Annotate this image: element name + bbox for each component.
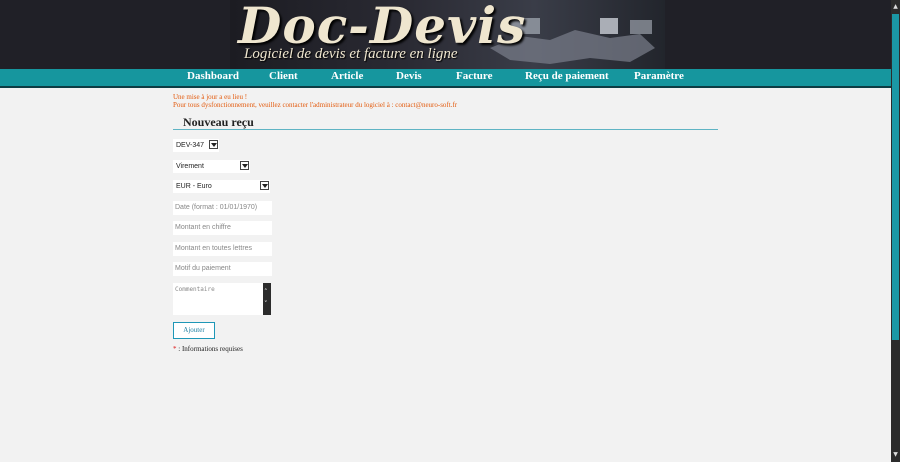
amount-words-field[interactable]: Montant en toutes lettres (173, 242, 272, 256)
required-note-text: : Informations requises (176, 345, 243, 353)
required-note: * : Informations requises (173, 345, 243, 353)
currency-select[interactable]: EUR - Euro (173, 180, 270, 193)
nav-recu-paiement[interactable]: Reçu de paiement (525, 70, 609, 82)
scroll-up-icon[interactable]: ˄ (264, 289, 268, 296)
update-notice: Une mise à jour a eu lieu ! (173, 93, 248, 101)
payment-method-select[interactable]: Virement (173, 160, 250, 173)
scroll-up-icon[interactable]: ▲ (892, 3, 899, 10)
header-banner: Doc-Devis Logiciel de devis et facture e… (0, 0, 891, 69)
devis-select[interactable]: DEV-347 (173, 139, 219, 152)
title-divider (173, 129, 718, 130)
nav-devis[interactable]: Devis (396, 70, 422, 82)
textarea-scrollbar[interactable]: ˄ ˅ (263, 283, 271, 315)
date-field[interactable]: Date (format : 01/01/1970) (173, 201, 272, 215)
nav-parametre[interactable]: Paramètre (634, 70, 684, 82)
payment-reason-field[interactable]: Motif du paiement (173, 262, 272, 276)
scroll-down-icon[interactable]: ▼ (892, 451, 899, 458)
logo-subtitle: Logiciel de devis et facture en ligne (244, 46, 458, 62)
currency-value: EUR - Euro (176, 183, 212, 190)
nav-dashboard[interactable]: Dashboard (187, 70, 239, 82)
scrollbar-thumb[interactable] (892, 14, 899, 340)
amount-figures-field[interactable]: Montant en chiffre (173, 221, 272, 235)
scroll-down-icon[interactable]: ˅ (264, 301, 268, 308)
comment-placeholder: Commentaire (175, 286, 215, 293)
chevron-down-icon (260, 181, 269, 190)
add-button[interactable]: Ajouter (173, 322, 215, 339)
page-scrollbar[interactable]: ▲ ▼ (891, 0, 900, 462)
chevron-down-icon (240, 161, 249, 170)
chevron-down-icon (209, 140, 218, 149)
page-title: Nouveau reçu (183, 115, 254, 129)
nav-client[interactable]: Client (269, 70, 298, 82)
contact-notice: Pour tous dysfonctionnement, veuillez co… (173, 101, 458, 109)
payment-method-value: Virement (176, 163, 204, 170)
comment-textarea[interactable]: Commentaire ˄ ˅ (173, 283, 271, 315)
nav-article[interactable]: Article (331, 70, 363, 82)
devis-select-value: DEV-347 (176, 142, 205, 149)
nav-facture[interactable]: Facture (456, 70, 492, 82)
main-nav: Dashboard Client Article Devis Facture R… (0, 69, 891, 88)
